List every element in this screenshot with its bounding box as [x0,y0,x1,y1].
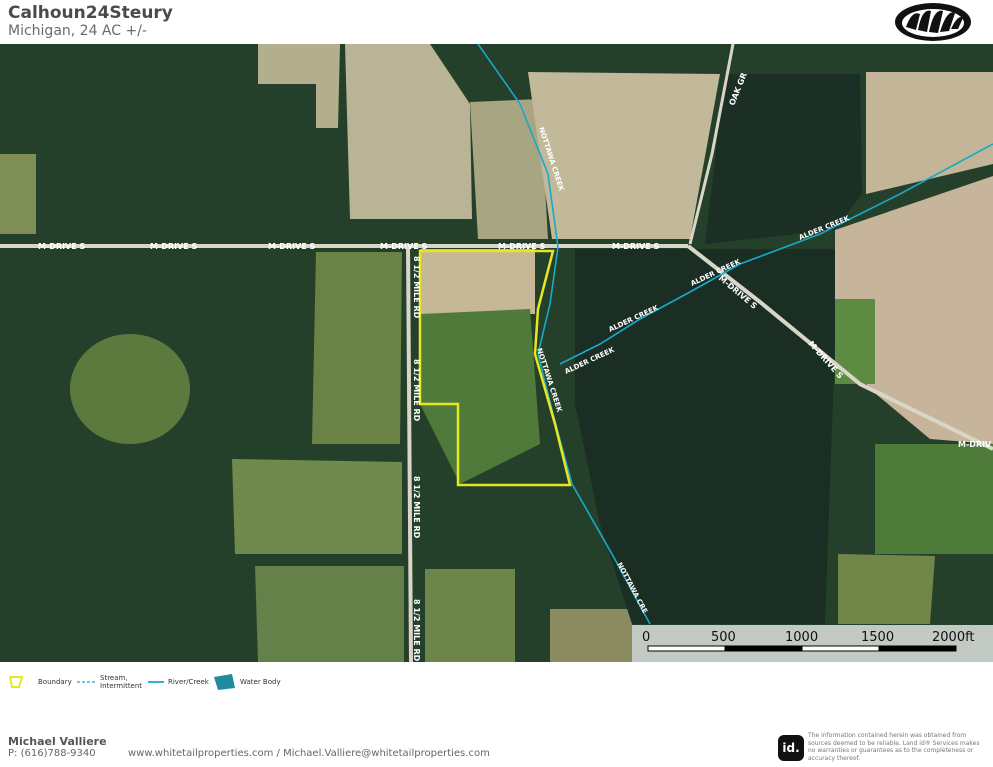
legend-label-water-body: Water Body [240,678,281,686]
map-subtitle: Michigan, 24 AC +/- [8,23,147,39]
road-label-8-half-4: 8 1/2 MILE RD [412,599,421,662]
field-south-center-a [232,459,402,554]
scale-bar: 0 500 1000 1500 2000ft [632,625,993,662]
field-south-center-b [255,566,404,662]
road-label-8-half-3: 8 1/2 MILE RD [412,476,421,539]
road-label-m-drive-6: M-DRIVE S [612,242,660,251]
road-label-m-drive-2: M-DRIVE S [150,242,198,251]
bear-paw-logo-icon [895,3,971,41]
agent-name: Michael Valliere [8,735,107,748]
water-body-icon [214,674,235,690]
field-northeast [528,72,720,239]
disclaimer-text: The information contained herein was obt… [808,732,980,762]
field-west-small [0,154,36,234]
legend-item-stream: Stream, Intermittent [77,672,146,692]
field-south-small [550,609,632,662]
legend-label-stream: Stream, Intermittent [100,674,143,690]
map-header: Calhoun24Steury Michigan, 24 AC +/- [0,0,993,44]
road-label-8-half-1: 8 1/2 MILE RD [412,256,421,319]
map-title: Calhoun24Steury [8,3,173,23]
legend-item-boundary: Boundary [8,672,72,692]
dark-field-east [575,249,835,624]
field-west-center [312,252,402,444]
road-label-m-drive-4: M-DRIVE S [380,242,428,251]
clearing-west [70,334,190,444]
road-label-8-half-2: 8 1/2 MILE RD [412,359,421,422]
road-label-m-drive-partial: M-DRIV [958,440,992,449]
road-label-m-drive-5: M-DRIVE S [498,242,546,251]
boundary-icon [8,676,24,688]
legend-label-boundary: Boundary [38,678,72,686]
agent-contact-links[interactable]: www.whitetailproperties.com / Michael.Va… [128,748,490,759]
aerial-map[interactable]: M-DRIVE S M-DRIVE S M-DRIVE S M-DRIVE S … [0,44,993,662]
road-label-m-drive-1: M-DRIVE S [38,242,86,251]
field-southeast-light [838,554,935,624]
field-south-middle [425,569,515,662]
map-legend: Boundary Stream, Intermittent River/Cree… [0,662,993,702]
scale-ruler [647,645,957,652]
agent-phone: P: (616)788-9340 [8,748,96,759]
legend-label-river: River/Creek [168,678,209,686]
river-icon [148,681,164,683]
stream-icon [77,681,97,683]
legend-item-river: River/Creek [148,672,209,692]
road-label-m-drive-3: M-DRIVE S [268,242,316,251]
map-canvas: M-DRIVE S M-DRIVE S M-DRIVE S M-DRIVE S … [0,44,993,662]
land-id-logo-icon: id. [778,735,804,761]
field-southeast-green [875,444,993,554]
legend-item-water-body: Water Body [212,672,281,692]
field-property-open [420,249,535,314]
map-footer: Michael Valliere P: (616)788-9340 www.wh… [0,702,993,767]
